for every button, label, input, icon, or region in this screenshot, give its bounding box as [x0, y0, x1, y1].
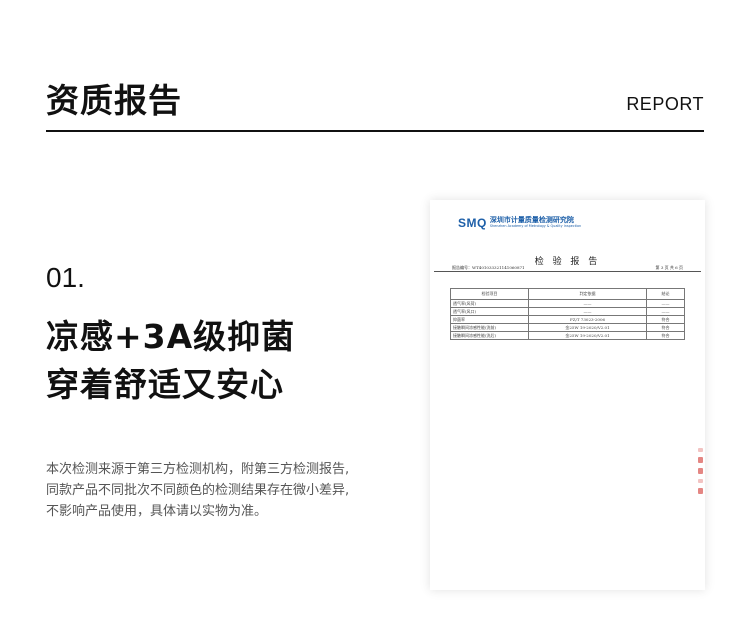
- table-cell: ——: [646, 299, 685, 308]
- report-document: SMQ 深圳市计量质量检测研究院 Shenzhen Academy of Met…: [430, 200, 705, 590]
- headline-line: 穿着舒适又安心: [46, 365, 284, 404]
- table-cell: ——: [527, 299, 648, 308]
- page-title: 资质报告: [46, 81, 182, 120]
- table-header-cell: 判定依据: [527, 288, 648, 300]
- table-cell: 符合: [646, 323, 685, 332]
- table-cell: 接触瞬间凉感性能(洗前): [450, 323, 529, 332]
- table-row: 接触瞬间凉感性能(洗前) 金25W 19-2020/V2.01 符合: [450, 323, 685, 332]
- table-cell: 符合: [646, 315, 685, 324]
- table-header-cell: 结论: [646, 288, 685, 300]
- table-cell: 透气率(风荷): [450, 299, 529, 308]
- table-cell: 金25W 19-2020/V2.01: [527, 323, 648, 332]
- table-cell: ——: [527, 307, 648, 316]
- description-line: 同款产品不同批次不同颜色的检测结果存在微小差异,: [46, 483, 350, 498]
- table-cell: FZ/T 73023-2006: [527, 315, 648, 324]
- org-name: 深圳市计量质量检测研究院 Shenzhen Academy of Metrolo…: [490, 216, 581, 229]
- table-cell: 接触瞬间凉感性能(洗后): [450, 331, 529, 340]
- table-cell: 金25W 19-2020/V2.01: [527, 331, 648, 340]
- org-name-cn: 深圳市计量质量检测研究院: [489, 216, 574, 224]
- table-header-cell: 检验项目: [450, 288, 529, 300]
- description-line: 不影响产品使用，具体请以实物为准。: [46, 504, 268, 519]
- headline-line: 凉感+3A级抑菌: [46, 317, 296, 356]
- section-description: 本次检测来源于第三方检测机构，附第三方检测报告, 同款产品不同批次不同颜色的检测…: [46, 459, 349, 522]
- table-row: 抑菌率 FZ/T 73023-2006 符合: [450, 315, 685, 324]
- table-row: 透气率(风口) —— ——: [450, 307, 685, 316]
- report-table: 检验项目 判定依据 结论 透气率(风荷) —— —— 透气率(风口) —— ——…: [450, 288, 685, 340]
- section-headline: 凉感+3A级抑菌 穿着舒适又安心: [46, 313, 295, 409]
- table-row: 接触瞬间凉感性能(洗后) 金25W 19-2020/V2.01 符合: [450, 331, 685, 340]
- table-cell: 符合: [646, 331, 685, 340]
- page-subtitle: REPORT: [626, 94, 704, 114]
- table-cell: 抑菌率: [450, 315, 529, 324]
- header-divider: [46, 130, 704, 132]
- section-number: 01.: [46, 262, 85, 293]
- table-row: 透气率(风荷) —— ——: [450, 299, 685, 308]
- seal-stamp: [697, 446, 703, 496]
- table-cell: ——: [646, 307, 685, 316]
- table-header-row: 检验项目 判定依据 结论: [450, 288, 685, 300]
- org-name-en: Shenzhen Academy of Metrology & Quality …: [489, 224, 582, 228]
- report-divider: [434, 271, 701, 272]
- description-line: 本次检测来源于第三方检测机构，附第三方检测报告,: [46, 462, 350, 477]
- table-cell: 透气率(风口): [450, 307, 529, 316]
- smq-logo: SMQ: [458, 216, 487, 230]
- report-header-logo: SMQ 深圳市计量质量检测研究院 Shenzhen Academy of Met…: [458, 216, 581, 230]
